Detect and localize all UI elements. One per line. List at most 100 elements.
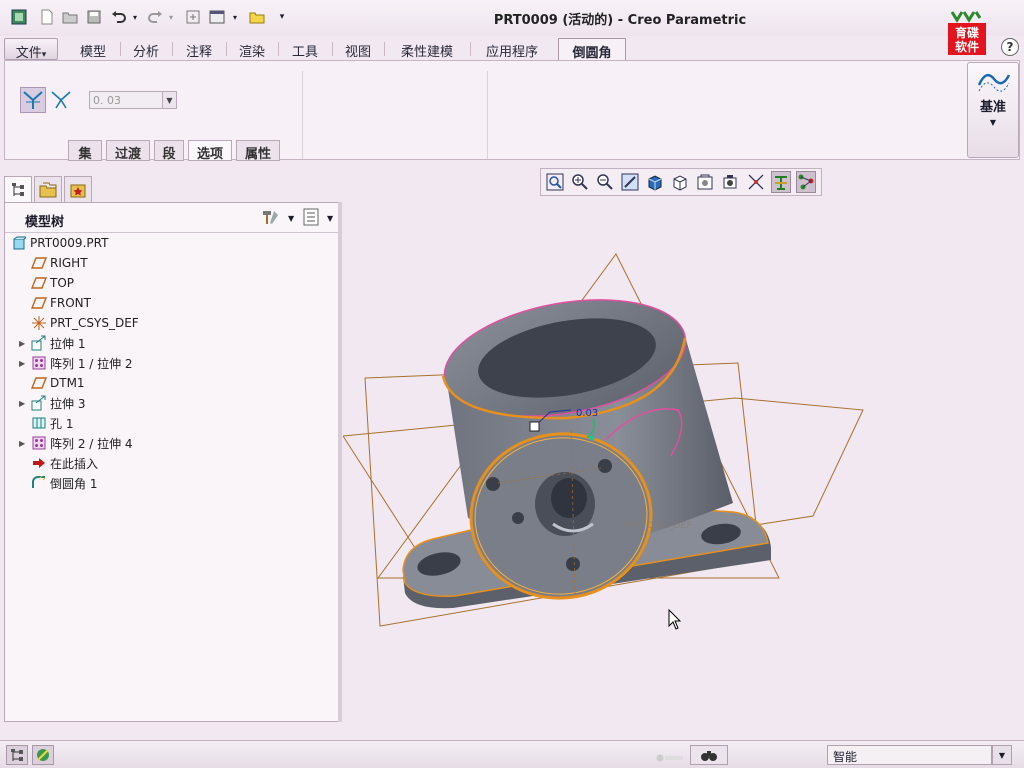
tab-divider	[226, 42, 227, 56]
tab-render[interactable]: 渲染	[228, 38, 276, 60]
extrude-icon	[31, 335, 47, 351]
refit-icon[interactable]	[545, 171, 565, 193]
tab-flexible-modeling[interactable]: 柔性建模	[386, 38, 468, 60]
tree-item-label: 拉伸 3	[50, 396, 86, 411]
subtab-options[interactable]: 选项	[188, 140, 232, 162]
regenerate-icon[interactable]	[184, 8, 202, 26]
selection-filter[interactable]: 智能	[827, 745, 992, 765]
tab-round[interactable]: 倒圆角	[558, 38, 626, 61]
tree-item[interactable]: ▶ 拉伸 1	[19, 334, 85, 352]
expand-arrow-icon[interactable]: ▶	[19, 399, 29, 408]
save-icon[interactable]	[85, 8, 103, 26]
close-window-icon[interactable]	[248, 8, 266, 26]
list-icon	[303, 208, 319, 228]
app-icon[interactable]	[10, 8, 28, 26]
tree-item[interactable]: FRONT	[19, 294, 91, 312]
datum-plane-icon	[31, 375, 47, 391]
tree-item[interactable]: ▶ 拉伸 3	[19, 394, 85, 412]
tree-settings-button[interactable]: ▼	[260, 210, 294, 226]
tree-item[interactable]: TOP	[19, 274, 74, 292]
pattern-icon	[31, 355, 47, 371]
tree-item[interactable]: ▶ 阵列 2 / 拉伸 4	[19, 434, 133, 452]
datum-curve-icon	[977, 67, 1011, 98]
part-icon	[11, 235, 27, 251]
find-binoculars-icon[interactable]	[690, 745, 728, 765]
tab-tools[interactable]: 工具	[280, 38, 330, 60]
expand-arrow-icon[interactable]: ▶	[19, 359, 29, 368]
datum-button[interactable]: 基准 ▼	[967, 62, 1019, 158]
tree-item[interactable]: PRT_CSYS_DEF	[19, 314, 139, 332]
subtab-sets[interactable]: 集	[68, 140, 102, 162]
tab-divider	[470, 42, 471, 56]
tab-annotate[interactable]: 注释	[174, 38, 224, 60]
favorites-tab-icon[interactable]	[64, 176, 92, 202]
folder-browser-tab-icon[interactable]	[34, 176, 62, 202]
ribbon-tabs: 文件▾ 模型 分析 注释 渲染 工具 视图 柔性建模 应用程序 倒圆角	[0, 38, 940, 61]
tab-file[interactable]: 文件▾	[4, 38, 58, 61]
radius-dimension-label[interactable]: 0.03	[576, 408, 598, 419]
display-style-icon[interactable]	[645, 171, 665, 193]
windows-dropdown-icon[interactable]: ▾	[230, 8, 240, 26]
tree-item[interactable]: 在此插入	[19, 454, 98, 472]
tree-item-label: PRT_CSYS_DEF	[50, 316, 139, 330]
windows-icon[interactable]	[208, 8, 226, 26]
radius-input[interactable]: 0. 03	[89, 91, 163, 109]
redo-dropdown-icon[interactable]: ▾	[166, 8, 176, 26]
undo-icon[interactable]	[110, 8, 128, 26]
tree-item[interactable]: 孔 1	[19, 414, 73, 432]
open-icon[interactable]	[61, 8, 79, 26]
tree-item[interactable]: ▶ 阵列 1 / 拉伸 2	[19, 354, 133, 372]
tree-item-label: RIGHT	[50, 256, 88, 270]
model-tree-tab-icon[interactable]	[4, 176, 32, 202]
tree-show-button[interactable]: ▼	[303, 208, 333, 228]
customize-icon[interactable]: ▾	[276, 8, 288, 26]
show-navigator-icon[interactable]	[6, 745, 28, 765]
mouse-cursor	[668, 608, 682, 630]
repaint-icon[interactable]	[620, 171, 640, 193]
filter-dropdown-icon[interactable]: ▼	[992, 745, 1012, 765]
show-browser-icon[interactable]	[32, 745, 54, 765]
subtab-transitions[interactable]: 过渡	[106, 140, 150, 162]
zoom-in-icon[interactable]	[570, 171, 590, 193]
zoom-out-icon[interactable]	[595, 171, 615, 193]
tab-model[interactable]: 模型	[66, 38, 120, 60]
expand-arrow-icon[interactable]: ▶	[19, 339, 29, 348]
tab-divider	[332, 42, 333, 56]
tree-item-label: 在此插入	[50, 456, 99, 471]
title-bar: ▾ ▾ ▾ ▾ PRT0009 (活动的) - Creo Parametric	[0, 0, 1024, 36]
tree-scrollbar[interactable]	[338, 202, 342, 722]
tree-item[interactable]: 倒圆角 1	[19, 474, 97, 492]
tree-item[interactable]: RIGHT	[19, 254, 88, 272]
tree-item-label: 阵列 1 / 拉伸 2	[50, 356, 133, 371]
tree-item[interactable]: DTM1	[19, 374, 85, 392]
perspective-icon[interactable]	[720, 171, 740, 193]
undo-dropdown-icon[interactable]: ▾	[130, 8, 140, 26]
tree-item[interactable]: PRT0009.PRT	[11, 234, 108, 252]
redo-icon[interactable]	[146, 8, 164, 26]
model-tree-header: 模型树 ▼ ▼	[5, 203, 340, 233]
new-icon[interactable]	[38, 8, 56, 26]
view-manager-icon[interactable]	[695, 171, 715, 193]
saved-views-icon[interactable]	[670, 171, 690, 193]
spin-center-icon[interactable]	[795, 171, 817, 193]
panel-divider	[487, 71, 488, 159]
variable-round-icon[interactable]	[48, 87, 74, 113]
tab-applications[interactable]: 应用程序	[472, 38, 552, 60]
tree-item-label: TOP	[50, 276, 75, 290]
chevron-down-icon: ▼	[989, 118, 997, 127]
subtab-properties[interactable]: 属性	[236, 140, 280, 162]
datum-display-icon[interactable]	[746, 171, 766, 193]
graphics-window[interactable]: 0.03 PRT_CSYS_DEF	[342, 198, 1024, 738]
tree-item-label: 倒圆角 1	[50, 476, 98, 491]
tab-analysis[interactable]: 分析	[122, 38, 170, 60]
hammer-icon	[260, 208, 280, 228]
model-tree-title: 模型树	[25, 215, 65, 230]
expand-arrow-icon[interactable]: ▶	[19, 439, 29, 448]
annotation-display-icon[interactable]	[770, 171, 791, 193]
help-icon[interactable]: ?	[1001, 38, 1019, 56]
radius-dropdown-icon[interactable]: ▼	[162, 91, 177, 109]
constant-round-icon[interactable]	[20, 87, 46, 113]
subtab-pieces[interactable]: 段	[154, 140, 184, 162]
tab-view[interactable]: 视图	[334, 38, 382, 60]
round-icon	[31, 475, 47, 491]
